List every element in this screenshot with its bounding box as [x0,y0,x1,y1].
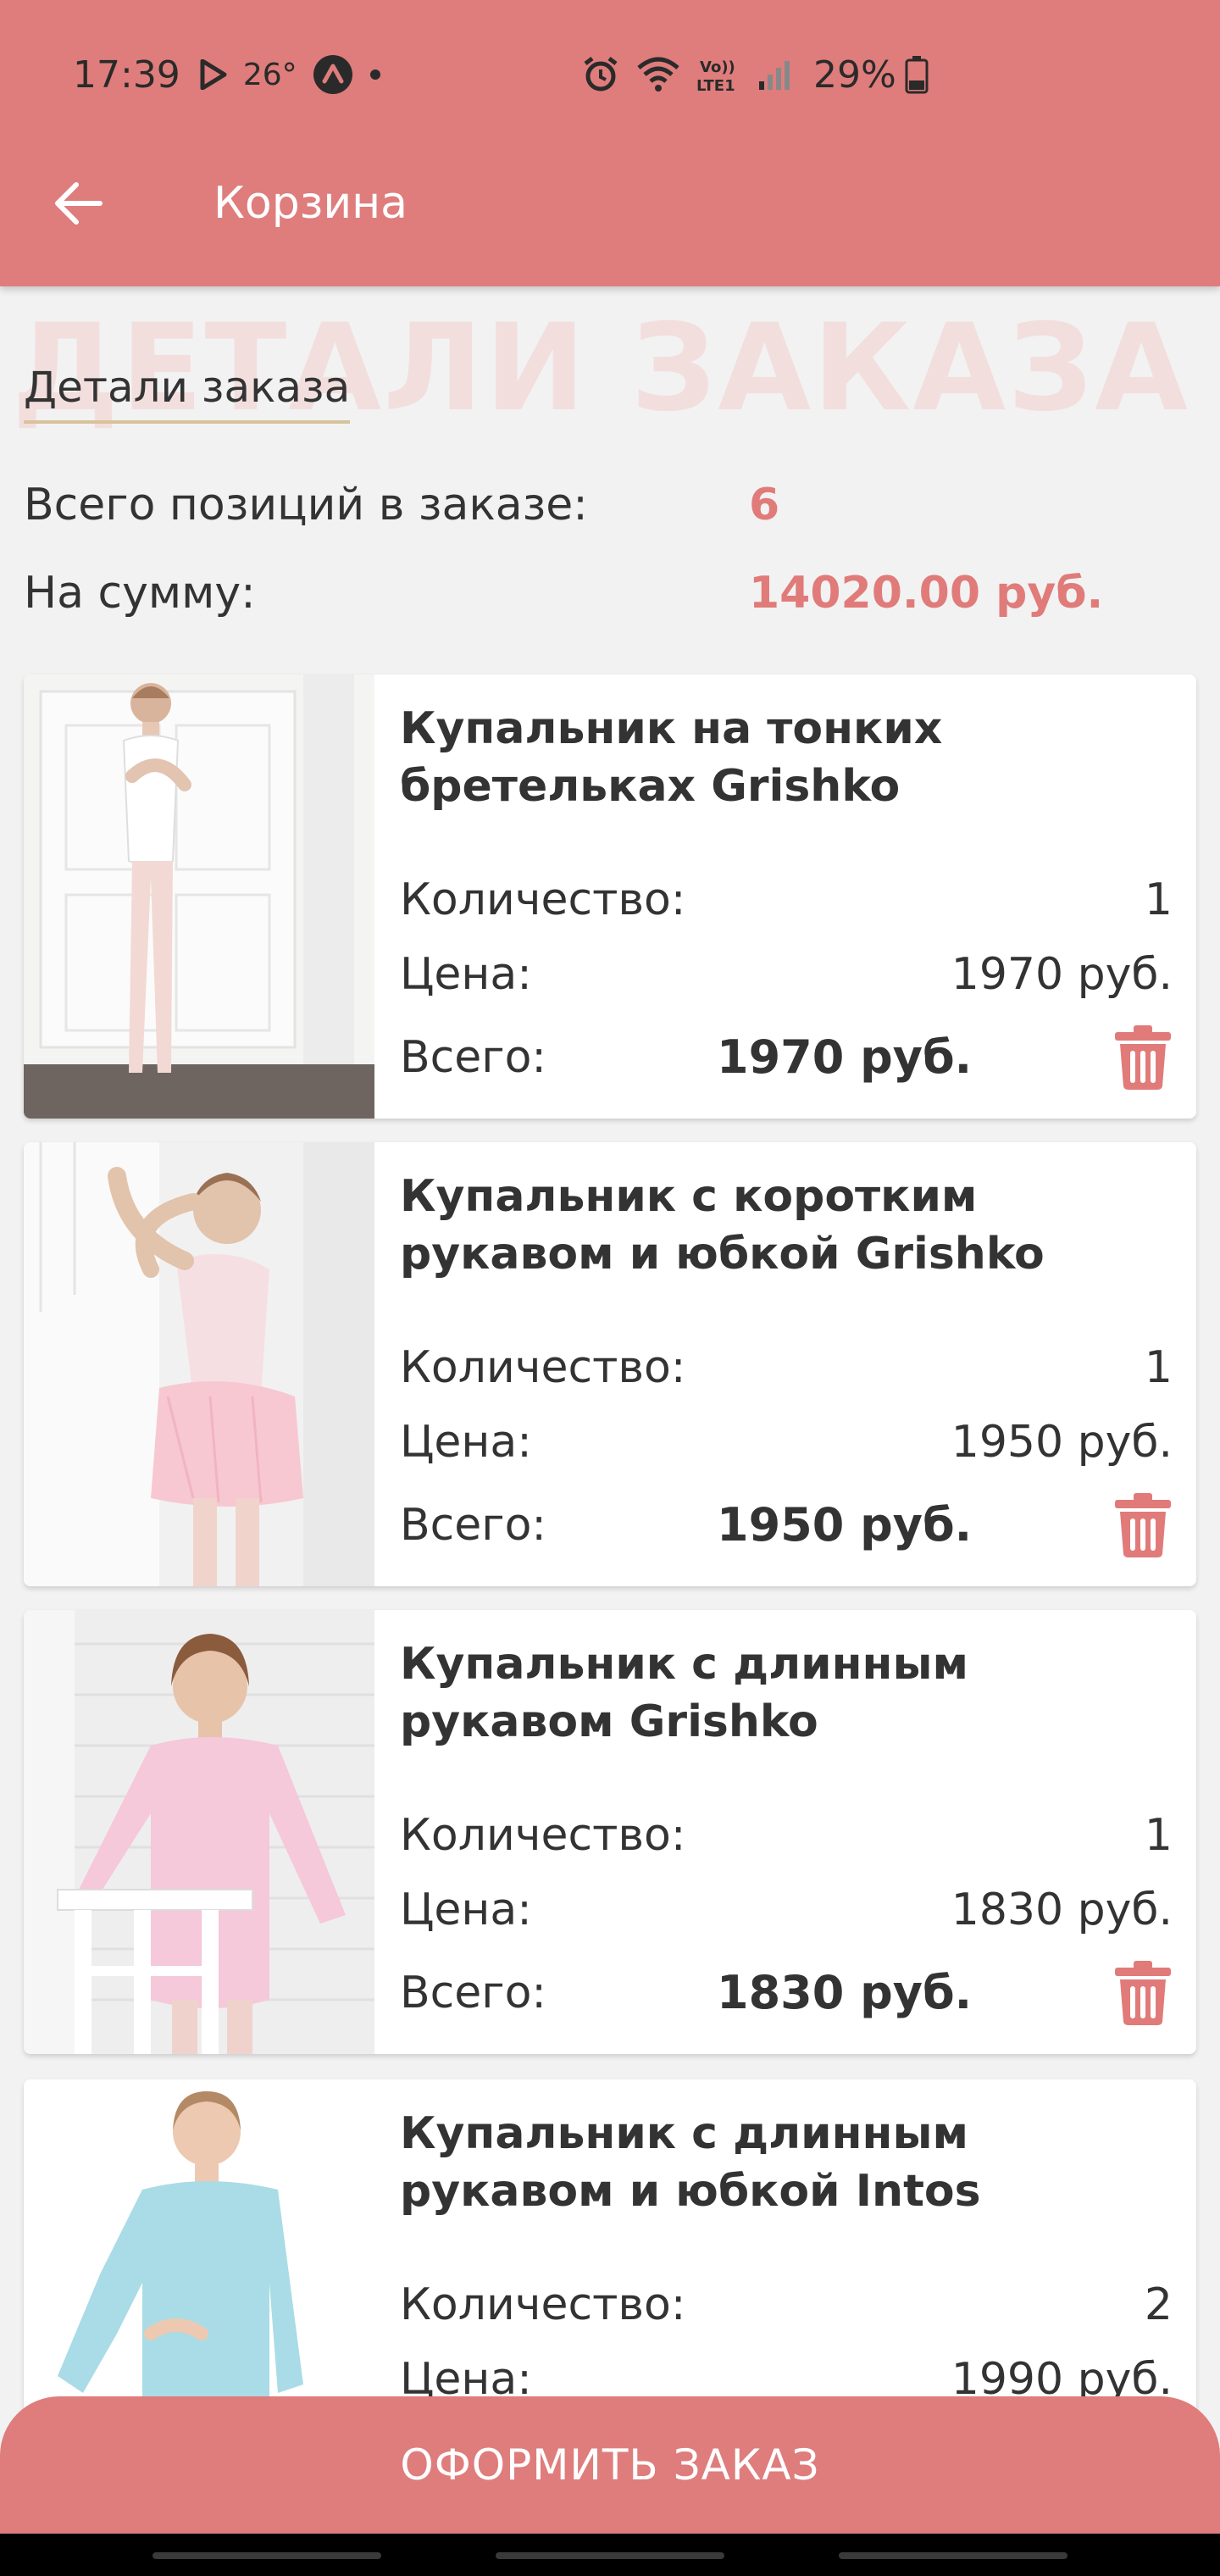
section-title: Детали заказа [24,363,351,424]
battery-icon [905,55,929,94]
cart-item[interactable]: Купальник с длинным рукавом Grishko Коли… [24,1610,1196,2054]
price-value: 1950 руб. [951,1417,1173,1468]
total-label: Всего: [400,1032,546,1083]
quantity-label: Количество: [400,1342,686,1393]
app-header: 17:39 26° Vo)) LTE1 29% Корзина [0,0,1220,286]
cart-item[interactable]: Купальник с коротким рукавом и юбкой Gri… [24,1142,1196,1586]
positions-label: Всего позиций в заказе: [24,480,588,530]
status-bar: 17:39 26° Vo)) LTE1 29% [73,49,1147,100]
status-time: 17:39 [73,53,180,97]
price-row: Цена: 1950 руб. [400,1417,1173,1468]
quantity-value: 1 [1144,1810,1173,1861]
alarm-icon [581,55,620,94]
quantity-value: 1 [1144,1342,1173,1393]
quantity-row: Количество: 1 [400,1342,1173,1393]
trash-icon [1115,1493,1171,1557]
svg-text:Vo)): Vo)) [700,58,735,76]
total-label: Всего: [400,1500,546,1551]
back-button[interactable] [44,169,112,237]
total-label: Всего: [400,1968,546,2018]
app-notification-icon [313,54,353,95]
product-title[interactable]: Купальник с длинным рукавом Grishko [400,1635,1162,1751]
arrow-left-icon [55,182,103,225]
quantity-label: Количество: [400,1810,686,1861]
product-image[interactable] [24,1610,374,2054]
product-title[interactable]: Купальник с длинным рукавом и юбкой Into… [400,2105,1162,2220]
battery-percent: 29% [813,53,896,97]
price-label: Цена: [400,1885,532,1935]
svg-text:LTE1: LTE1 [696,77,735,94]
cart-item[interactable]: Купальник на тонких бретельках Grishko К… [24,675,1196,1119]
quantity-value: 2 [1144,2279,1173,2330]
total-value: 1950 руб. [717,1498,973,1552]
home-gesture[interactable] [496,2552,724,2559]
price-value: 1970 руб. [951,949,1173,1000]
price-value: 1830 руб. [951,1885,1173,1935]
play-store-icon [199,59,228,90]
quantity-label: Количество: [400,874,686,925]
quantity-row: Количество: 1 [400,1810,1173,1861]
sum-value: 14020.00 руб. [749,568,1104,619]
trash-icon [1115,1025,1171,1090]
recent-apps-gesture[interactable] [152,2552,381,2559]
price-row: Цена: 1970 руб. [400,949,1173,1000]
signal-icon [757,58,791,92]
product-title[interactable]: Купальник на тонких бретельках Grishko [400,700,1162,815]
quantity-row: Количество: 2 [400,2279,1173,2330]
delete-button[interactable] [1113,1024,1173,1091]
back-gesture[interactable] [839,2552,1068,2559]
price-label: Цена: [400,949,532,1000]
system-navigation-bar [0,2534,1220,2576]
trash-icon [1115,1961,1171,2025]
product-image[interactable] [24,675,374,1119]
status-temperature: 26° [242,57,297,92]
positions-value: 6 [749,480,780,530]
page-title: Корзина [214,178,408,229]
delete-button[interactable] [1113,1959,1173,2027]
total-value: 1830 руб. [717,1966,973,2019]
price-row: Цена: 1830 руб. [400,1885,1173,1935]
volte-icon: Vo)) LTE1 [696,55,742,94]
price-label: Цена: [400,1417,532,1468]
product-title[interactable]: Купальник с коротким рукавом и юбкой Gri… [400,1168,1162,1283]
sum-label: На сумму: [24,568,256,619]
quantity-row: Количество: 1 [400,874,1173,925]
product-image[interactable] [24,1142,374,1586]
wifi-icon [635,56,681,93]
quantity-label: Количество: [400,2279,686,2330]
total-value: 1970 руб. [717,1030,973,1084]
more-notifications-icon [369,68,382,81]
checkout-button[interactable]: ОФОРМИТЬ ЗАКАЗ [0,2396,1220,2534]
delete-button[interactable] [1113,1491,1173,1559]
quantity-value: 1 [1144,874,1173,925]
